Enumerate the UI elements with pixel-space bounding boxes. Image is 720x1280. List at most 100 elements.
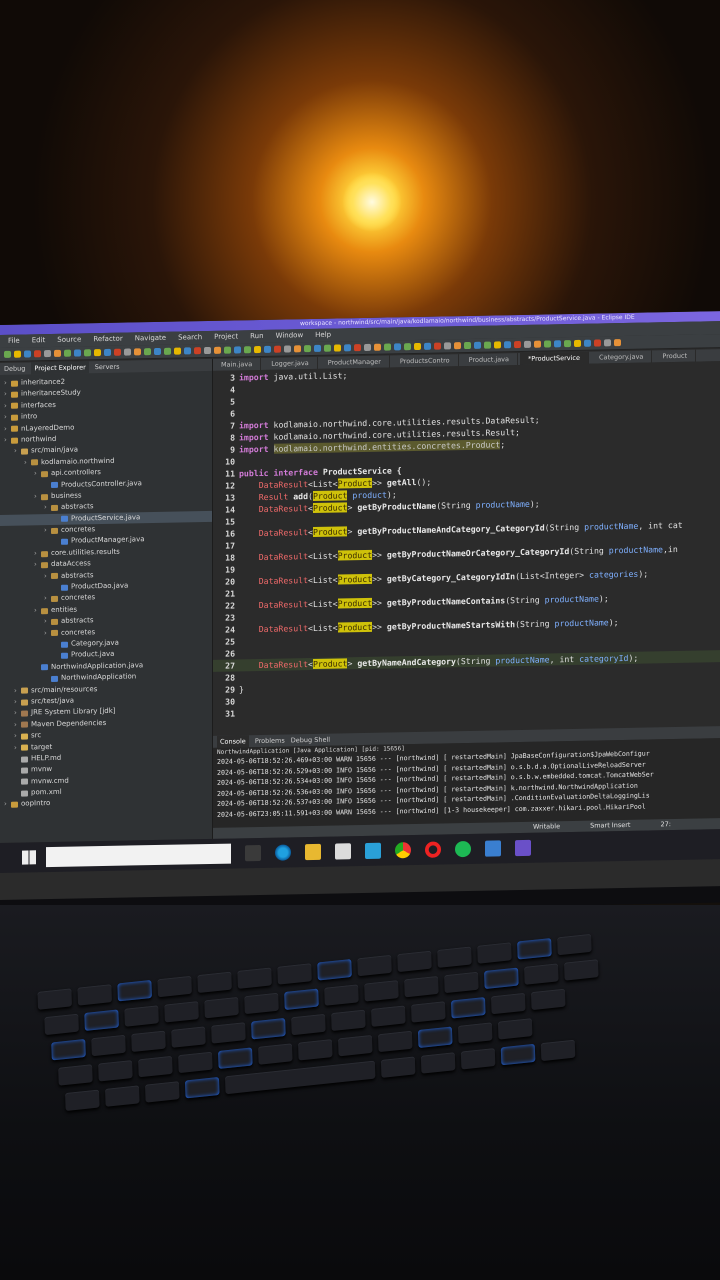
menu-item-search[interactable]: Search [178,331,202,344]
explorer-tab-servers[interactable]: Servers [95,361,120,373]
toolbar-button-icon[interactable] [74,349,81,357]
toolbar-button-icon[interactable] [124,348,131,356]
expand-arrow-icon[interactable]: › [44,628,51,640]
expand-arrow-icon[interactable]: › [4,378,11,390]
toolbar-button-icon[interactable] [204,346,211,355]
editor-tab[interactable]: Main.java [213,357,262,371]
toolbar-button-icon[interactable] [364,343,371,352]
chrome-icon[interactable] [395,842,411,859]
toolbar-button-icon[interactable] [184,347,191,355]
toolbar-button-icon[interactable] [264,345,271,353]
editor-tab[interactable]: Logger.java [263,356,318,370]
toolbar-button-icon[interactable] [164,347,171,355]
expand-arrow-icon[interactable]: › [34,559,41,571]
menu-item-source[interactable]: Source [57,333,81,346]
toolbar-button-icon[interactable] [514,340,521,349]
app-icon[interactable] [485,840,501,857]
toolbar-button-icon[interactable] [34,350,41,358]
expand-arrow-icon[interactable]: › [44,502,51,514]
console-tab-debug-shell[interactable]: Debug Shell [291,734,330,747]
expand-arrow-icon[interactable]: › [4,401,11,413]
toolbar-button-icon[interactable] [464,341,471,350]
toolbar-button-icon[interactable] [134,348,141,356]
expand-arrow-icon[interactable]: › [14,697,21,709]
toolbar-button-icon[interactable] [194,347,201,355]
expand-arrow-icon[interactable]: › [14,742,21,754]
toolbar-button-icon[interactable] [534,340,541,348]
menu-item-edit[interactable]: Edit [32,334,46,347]
toolbar-button-icon[interactable] [94,349,101,357]
toolbar-button-icon[interactable] [614,339,621,347]
toolbar-button-icon[interactable] [374,343,381,351]
toolbar-button-icon[interactable] [114,348,121,356]
opera-icon[interactable] [425,841,441,858]
toolbar-button-icon[interactable] [584,339,591,347]
toolbar-button-icon[interactable] [294,345,301,353]
menu-item-project[interactable]: Project [214,330,238,343]
expand-arrow-icon[interactable]: › [44,616,51,628]
expand-arrow-icon[interactable]: › [14,731,21,743]
task-view-icon[interactable] [245,844,261,862]
toolbar-button-icon[interactable] [24,350,31,358]
expand-arrow-icon[interactable]: › [14,685,21,697]
expand-arrow-icon[interactable]: › [4,389,11,401]
expand-arrow-icon[interactable]: › [44,525,51,537]
toolbar-button-icon[interactable] [64,349,71,357]
toolbar-button-icon[interactable] [404,343,411,351]
expand-arrow-icon[interactable]: › [14,446,21,458]
toolbar-button-icon[interactable] [254,345,261,354]
menu-item-help[interactable]: Help [315,329,331,342]
editor-tab[interactable]: Product [654,349,697,363]
expand-arrow-icon[interactable]: › [14,719,21,731]
toolbar-button-icon[interactable] [144,348,151,356]
toolbar-button-icon[interactable] [224,346,231,354]
expand-arrow-icon[interactable]: › [4,423,11,435]
toolbar-button-icon[interactable] [334,344,341,352]
toolbar-button-icon[interactable] [234,346,241,354]
toolbar-button-icon[interactable] [44,350,51,358]
toolbar-button-icon[interactable] [394,343,401,351]
edge-browser-icon[interactable] [275,844,291,861]
toolbar-button-icon[interactable] [604,339,611,347]
store-icon[interactable] [335,843,351,860]
toolbar-button-icon[interactable] [524,340,531,348]
expand-arrow-icon[interactable]: › [4,412,11,424]
toolbar-button-icon[interactable] [14,350,21,358]
menu-item-run[interactable]: Run [250,330,263,343]
toolbar-button-icon[interactable] [84,349,91,357]
toolbar-button-icon[interactable] [544,340,551,348]
spotify-icon[interactable] [455,840,471,858]
console-tab-problems[interactable]: Problems [255,735,285,748]
toolbar-button-icon[interactable] [564,340,571,348]
expand-arrow-icon[interactable]: › [34,468,41,480]
toolbar-button-icon[interactable] [284,345,291,353]
explorer-tab-project-explorer[interactable]: Project Explorer [31,361,89,375]
toolbar-button-icon[interactable] [594,339,601,347]
toolbar-button-icon[interactable] [354,344,361,352]
toolbar-button-icon[interactable] [484,341,491,349]
expand-arrow-icon[interactable]: › [4,799,11,811]
toolbar-button-icon[interactable] [434,342,441,350]
expand-arrow-icon[interactable]: › [14,708,21,720]
toolbar-button-icon[interactable] [314,344,321,352]
menu-item-refactor[interactable]: Refactor [93,333,122,347]
menu-item-window[interactable]: Window [276,329,304,343]
toolbar-button-icon[interactable] [494,341,501,349]
expand-arrow-icon[interactable]: › [34,491,41,503]
toolbar-button-icon[interactable] [154,347,161,356]
menu-item-file[interactable]: File [8,335,20,348]
toolbar-button-icon[interactable] [424,342,431,350]
expand-arrow-icon[interactable]: › [24,457,31,469]
expand-arrow-icon[interactable]: › [34,605,41,617]
eclipse-icon[interactable] [515,839,531,857]
taskbar-search-input[interactable] [46,843,231,868]
console-tab-console[interactable]: Console [217,735,249,748]
toolbar-button-icon[interactable] [414,342,421,351]
menu-item-navigate[interactable]: Navigate [135,332,166,346]
toolbar-button-icon[interactable] [244,346,251,354]
toolbar-button-icon[interactable] [504,341,511,349]
toolbar-button-icon[interactable] [454,342,461,350]
toolbar-button-icon[interactable] [4,350,11,358]
mail-icon[interactable] [365,842,381,859]
file-explorer-icon[interactable] [305,843,321,861]
